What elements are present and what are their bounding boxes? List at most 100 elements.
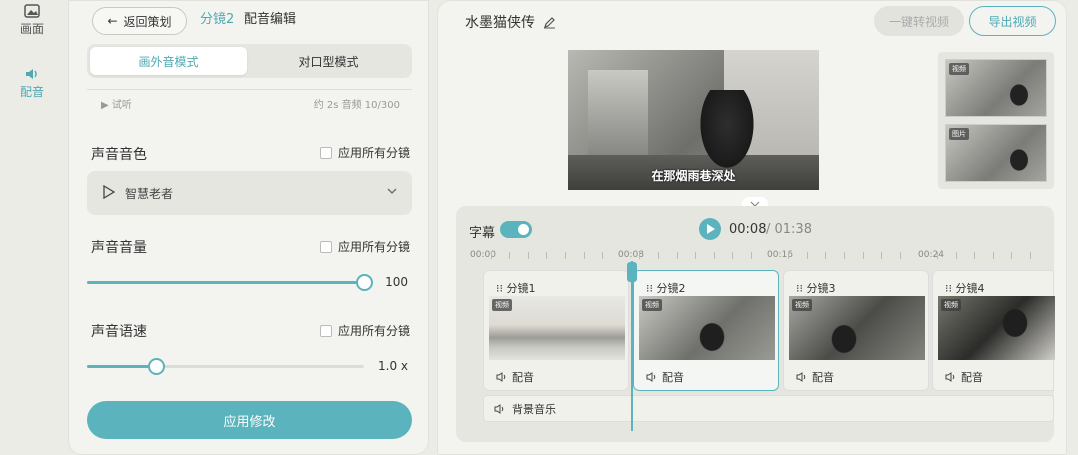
clip-name: ⁝⁝ 分镜1 — [496, 282, 536, 295]
volume-title: 声音音量 — [91, 240, 147, 256]
apply-changes-button[interactable]: 应用修改 — [87, 401, 412, 439]
thumbnail-image[interactable]: 图片 — [945, 124, 1047, 182]
ruler-tick — [639, 252, 641, 259]
ruler-tick — [732, 252, 734, 259]
tab-voiceover-mode[interactable]: 画外音模式 — [90, 47, 247, 75]
clip-audio[interactable]: 配音 — [796, 369, 834, 385]
subtitle-toggle-label: 字幕 — [469, 226, 496, 241]
thumbnail-tag: 视频 — [949, 63, 969, 75]
tab-lipsync-mode[interactable]: 对口型模式 — [250, 47, 407, 75]
apply-all-label: 应用所有分镜 — [337, 240, 410, 254]
side-rail: 画面 配音 — [0, 0, 64, 455]
mode-switch: 画外音模式 对口型模式 — [87, 44, 412, 78]
back-button-label: 返回策划 — [123, 14, 172, 29]
clip-cat — [697, 320, 727, 354]
ruler-tick — [825, 252, 827, 259]
clip-name: ⁝⁝ 分镜2 — [646, 282, 686, 295]
playhead-handle[interactable] — [627, 262, 637, 282]
checkbox[interactable] — [319, 240, 332, 253]
clip-shot-1[interactable]: ⁝⁝ 分镜1 视频 配音 — [483, 270, 629, 391]
clip-shot-3[interactable]: ⁝⁝ 分镜3 视频 配音 — [783, 270, 929, 391]
ruler-tick — [899, 252, 901, 259]
edit-icon[interactable] — [543, 16, 556, 29]
preview-play-button[interactable]: ▶ 试听 — [101, 96, 132, 111]
clip-shot-2[interactable]: ⁝⁝ 分镜2 视频 配音 — [633, 270, 779, 391]
ruler-tick — [751, 252, 752, 259]
clip-name: ⁝⁝ 分镜4 — [945, 282, 985, 295]
play-icon — [103, 185, 115, 199]
speed-slider[interactable] — [87, 356, 364, 376]
clip-audio-label: 配音 — [812, 371, 834, 384]
checkbox[interactable] — [319, 324, 332, 337]
clip-audio[interactable]: 配音 — [945, 369, 983, 385]
time-ruler[interactable]: 00:00 00:08 00:16 00:24 — [470, 246, 1045, 266]
breadcrumb-page: 配音编辑 — [244, 12, 297, 27]
ruler-tick — [602, 252, 604, 259]
convert-to-video-button[interactable]: 一键转视频 — [874, 6, 964, 36]
background-music-track[interactable]: 背景音乐 — [483, 395, 1054, 422]
speaker-icon — [796, 372, 806, 382]
speaker-icon — [494, 403, 504, 414]
slider-thumb[interactable] — [356, 274, 373, 291]
clip-tag: 视频 — [792, 299, 812, 311]
subtitle-toggle[interactable] — [500, 221, 532, 238]
rail-item-picture[interactable]: 画面 — [0, 4, 64, 37]
timbre-apply-all[interactable]: 应用所有分镜 — [319, 144, 410, 161]
play-button[interactable] — [699, 218, 721, 240]
ruler-tick — [546, 252, 548, 259]
ruler-tick — [806, 252, 808, 259]
slider-fill — [87, 365, 157, 368]
speed-title: 声音语速 — [91, 324, 147, 340]
ruler-tick — [695, 252, 697, 259]
rail-item-label: 配音 — [19, 85, 44, 99]
checkbox[interactable] — [319, 146, 332, 159]
ruler-tick — [658, 252, 659, 259]
clip-thumbnail: 视频 — [789, 296, 925, 360]
ruler-tick — [881, 252, 883, 259]
ruler-tick — [583, 252, 585, 259]
volume-slider[interactable] — [87, 272, 373, 292]
ruler-tick — [676, 252, 678, 259]
speaker-icon — [646, 372, 656, 382]
export-video-button[interactable]: 导出视频 — [969, 6, 1056, 36]
playhead[interactable] — [631, 261, 633, 431]
clip-audio[interactable]: 配音 — [496, 369, 534, 385]
clip-audio[interactable]: 配音 — [646, 369, 684, 385]
clip-name-text: 分镜3 — [806, 282, 836, 295]
ruler-label: 00:24 — [918, 250, 944, 260]
speed-apply-all[interactable]: 应用所有分镜 — [319, 322, 410, 339]
preview-cat — [696, 90, 758, 175]
ruler-tick — [509, 252, 511, 259]
clip-cat — [829, 322, 859, 356]
ruler-tick — [955, 252, 957, 259]
rail-item-label: 画面 — [19, 22, 44, 36]
editor-panel: 水墨猫侠传 一键转视频 导出视频 在那烟雨巷深处 视频 图片 字幕 00:08 … — [437, 0, 1067, 455]
voice-select[interactable]: 智慧老者 — [87, 171, 412, 215]
ruler-tick — [490, 252, 492, 259]
subtitle-overlay: 在那烟雨巷深处 — [651, 169, 736, 183]
slider-fill — [87, 281, 364, 284]
ruler-tick — [713, 252, 715, 259]
slider-thumb[interactable] — [148, 358, 166, 375]
volume-value: 100 — [385, 275, 408, 289]
clip-name-text: 分镜4 — [955, 282, 985, 295]
clip-tag: 视频 — [492, 299, 512, 311]
speaker-icon — [945, 372, 955, 382]
ruler-tick — [788, 252, 790, 259]
back-button[interactable]: ← 返回策划 — [92, 7, 187, 35]
preview-info: 约 2s 音频 10/300 — [313, 100, 400, 111]
rail-item-dubbing[interactable]: 配音 — [0, 67, 64, 100]
volume-apply-all[interactable]: 应用所有分镜 — [319, 238, 410, 255]
clip-tag: 视频 — [941, 299, 961, 311]
project-title-text: 水墨猫侠传 — [465, 15, 535, 31]
voice-timbre-title: 声音音色 — [91, 147, 147, 163]
breadcrumb-shot[interactable]: 分镜2 — [200, 8, 234, 27]
timeline: 字幕 00:08 / 01:38 00:00 00:08 00:16 00:24… — [456, 206, 1055, 442]
thumbnail-video[interactable]: 视频 — [945, 59, 1047, 117]
clip-shot-4[interactable]: ⁝⁝ 分镜4 视频 配音 — [932, 270, 1055, 391]
video-preview[interactable]: 在那烟雨巷深处 — [568, 50, 819, 190]
speed-value: 1.0 x — [378, 359, 408, 373]
preview-play-label: 试听 — [111, 100, 132, 111]
clip-thumbnail: 视频 — [639, 296, 775, 360]
apply-all-label: 应用所有分镜 — [337, 146, 410, 160]
